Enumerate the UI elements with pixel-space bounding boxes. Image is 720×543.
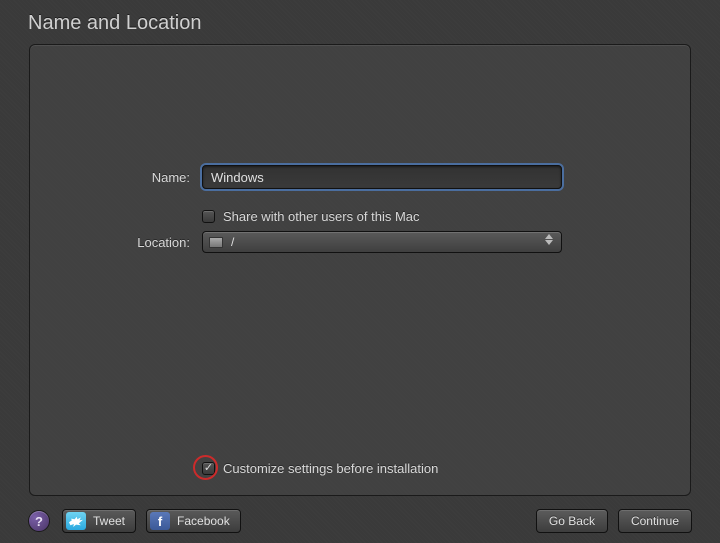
share-label: Share with other users of this Mac [223,209,420,224]
bottom-bar: ? Tweet f Facebook Go Back Continue [0,503,720,543]
facebook-icon: f [150,512,170,530]
go-back-button[interactable]: Go Back [536,509,608,533]
location-value: / [231,235,234,249]
share-checkbox[interactable] [202,210,215,223]
page-title: Name and Location [0,0,720,45]
name-row: Name: [30,165,562,189]
share-row: Share with other users of this Mac [202,209,420,224]
location-label: Location: [30,235,190,250]
customize-label: Customize settings before installation [223,461,438,476]
location-row: Location: / [30,231,562,253]
tweet-label: Tweet [93,514,125,528]
name-label: Name: [30,170,190,185]
name-input[interactable] [202,165,562,189]
customize-checkbox[interactable] [202,462,215,475]
dropdown-stepper-icon [545,234,557,245]
help-button[interactable]: ? [28,510,50,532]
twitter-icon [66,512,86,530]
drive-icon [209,237,223,248]
facebook-label: Facebook [177,514,230,528]
facebook-button[interactable]: f Facebook [146,509,241,533]
continue-button[interactable]: Continue [618,509,692,533]
customize-row: Customize settings before installation [202,461,438,476]
tweet-button[interactable]: Tweet [62,509,136,533]
main-panel: Name: Share with other users of this Mac… [29,44,691,496]
location-dropdown[interactable]: / [202,231,562,253]
